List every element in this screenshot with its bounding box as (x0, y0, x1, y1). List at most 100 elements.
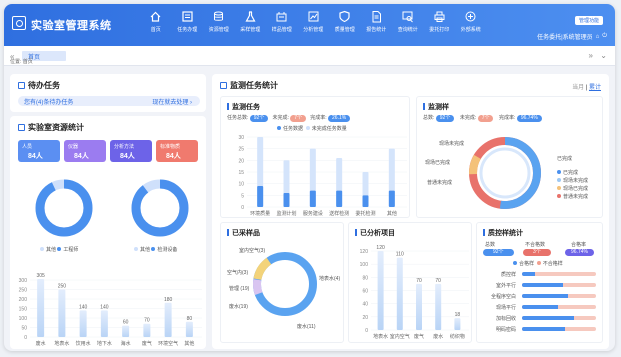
nav-item-3[interactable]: 采样管理 (235, 10, 267, 33)
nav-label: 资源管理 (208, 27, 229, 33)
sample-title: 监测样 (423, 102, 449, 112)
y-tick: 100 (360, 262, 369, 268)
sample-bar (79, 310, 87, 337)
x-tick: 饮用水 (76, 340, 91, 347)
nav-item-8[interactable]: 查询统计 (392, 10, 424, 33)
bar-value-label: 180 (164, 297, 173, 303)
flask-icon (245, 11, 256, 22)
staff-legend: 其他 工程师 (40, 246, 78, 253)
app-window: 实验室管理系统 首页 任务办理 资源管理 采样管理 样品管理 分析管理 质量管理 报告统计 查询… (4, 4, 615, 351)
quality-subpanel: 质控样统计 总数 不合格数 合格率 92个 3个 96.74% 合格样 不合格样… (476, 222, 603, 343)
main-nav: 首页 任务办理 资源管理 采样管理 样品管理 分析管理 质量管理 报告统计 查询统计 委托打印 外部… (140, 10, 487, 33)
power-icon[interactable]: ⏻ (602, 33, 607, 40)
todo-action-link[interactable]: 现在就去处理 › (152, 97, 192, 106)
nav-item-7[interactable]: 报告统计 (361, 10, 393, 33)
x-tick: 地表水 (54, 340, 69, 347)
collected-donut-yellow (253, 252, 317, 316)
home-small-icon[interactable]: ⌂ (596, 34, 600, 40)
quality-row-label: 质控样 (500, 272, 516, 278)
y-tick: 15 (238, 170, 244, 176)
quality-row-bar (522, 305, 596, 309)
nav-item-0[interactable]: 首页 (140, 10, 172, 33)
sample-label-1: 现场未完成 (439, 141, 465, 147)
database-icon (214, 11, 224, 21)
nav-item-2[interactable]: 资源管理 (203, 10, 235, 33)
bar-value-label: 120 (376, 245, 385, 251)
resource-card-value: 84人 (28, 153, 43, 160)
nav-item-4[interactable]: 样品管理 (266, 10, 298, 33)
x-tick: 纺织物 (450, 333, 465, 340)
x-tick: 地下水 (97, 340, 112, 347)
quality-title: 质控样统计 (483, 228, 523, 238)
y-tick: 5 (241, 193, 244, 199)
todo-notice: 您有(4)条待办任务 (24, 100, 74, 106)
bar-value-label: 70 (144, 318, 150, 324)
nav-label: 报告统计 (366, 27, 387, 33)
task-summary: 任务总数: 92个 未完成: 7个 完成率: 26.1% (227, 114, 351, 122)
nav-item-9[interactable]: 委托打印 (424, 10, 456, 33)
x-tick: 委托检测 (355, 210, 375, 217)
y-tick: 100 (19, 316, 28, 322)
y-tick: 120 (360, 249, 369, 255)
x-tick: 室内空气 (390, 333, 410, 340)
collected-label-4: 废水(19) (229, 304, 248, 310)
shield-icon (339, 10, 350, 23)
staff-donut-main (35, 179, 93, 237)
x-tick: 废水 (36, 340, 46, 347)
x-tick: 其他 (184, 340, 194, 347)
quality-row-bar (522, 283, 596, 287)
home-icon (150, 11, 161, 22)
user-area: 任务委托|系统管理员 ⌂ ⏻ (537, 32, 607, 41)
quality-total: 92个 (483, 249, 514, 256)
range-total[interactable]: 累计 (589, 85, 601, 91)
todo-notice-bar[interactable]: 您有(4)条待办任务 现在就去处理 › (18, 96, 200, 106)
management-button[interactable]: 管理功能 (574, 16, 603, 25)
nav-item-6[interactable]: 质量管理 (329, 10, 361, 33)
task-bar (336, 190, 343, 207)
sample-type-chart: 0 50 100 150 200 250 300 305 废水 250 地表水 140 饮用水 140 地下… (10, 256, 206, 349)
task-bar (257, 186, 264, 207)
resource-card-1[interactable]: 仪器 84人 (64, 140, 106, 162)
quality-row-label: 全程序空白 (490, 294, 516, 300)
collected-label-1: 室内空气(3) (239, 248, 266, 254)
sample-bar (122, 325, 130, 337)
quality-row-bar (522, 316, 596, 320)
x-tick: 其他 (387, 210, 397, 217)
sample-label-3: 普通未完成 (427, 180, 453, 186)
user-label[interactable]: 任务委托|系统管理员 (537, 32, 593, 41)
y-tick: 50 (21, 326, 27, 332)
nav-label: 分析管理 (303, 27, 324, 33)
task-subpanel: 监测任务 任务总数: 92个 未完成: 7个 完成率: 26.1% 任务数据 未… (220, 96, 410, 218)
y-tick: 0 (365, 328, 368, 334)
sample-bar (58, 289, 66, 337)
bar-value-label: 18 (455, 312, 461, 318)
range-month[interactable]: 当月 (572, 85, 584, 91)
quality-h-total: 总数 (485, 242, 496, 248)
y-tick: 250 (19, 288, 28, 294)
x-tick: 环境空气 (158, 340, 178, 347)
x-tick: 废气 (142, 340, 152, 347)
external-icon (465, 11, 476, 22)
nav-item-1[interactable]: 任务办理 (172, 10, 204, 33)
nav-item-10[interactable]: 外部系统 (455, 10, 487, 33)
sample-subpanel: 监测样 总数: 92个 未完成: 7个 完成率: 96.74% 现场未完成 现场… (416, 96, 603, 218)
x-tick: 服务建设 (303, 210, 323, 217)
quality-rate: 96.74% (565, 249, 594, 256)
task-icon (182, 11, 193, 22)
bar-value-label: 250 (58, 284, 67, 290)
task-svg: 0 5 10 15 20 25 30 环境质量 监测计划 服务建设 送样检测 委托检测 其他 (238, 135, 407, 217)
quality-row-fill (522, 305, 558, 309)
task-bar (362, 195, 369, 207)
x-tick: 监测计划 (276, 210, 296, 217)
collected-label-3: 管理 (19) (229, 286, 250, 292)
resource-card-0[interactable]: 人员 84人 (18, 140, 60, 162)
nav-item-5[interactable]: 分析管理 (298, 10, 330, 33)
y-tick: 40 (362, 302, 368, 308)
resource-panel: 实验室资源统计 人员 84人 仪器 84人 分析方法 84人 标准物质 84人 其他 工程师 … (10, 116, 206, 349)
resource-card-3[interactable]: 标准物质 84人 (156, 140, 198, 162)
quality-row-fill (522, 327, 565, 331)
tabs-more-icon[interactable]: ⌄ (600, 51, 607, 60)
resource-card-2[interactable]: 分析方法 84人 (110, 140, 152, 162)
tabs-next-icon[interactable]: » (589, 51, 593, 60)
x-tick: 地表水 (373, 333, 388, 340)
